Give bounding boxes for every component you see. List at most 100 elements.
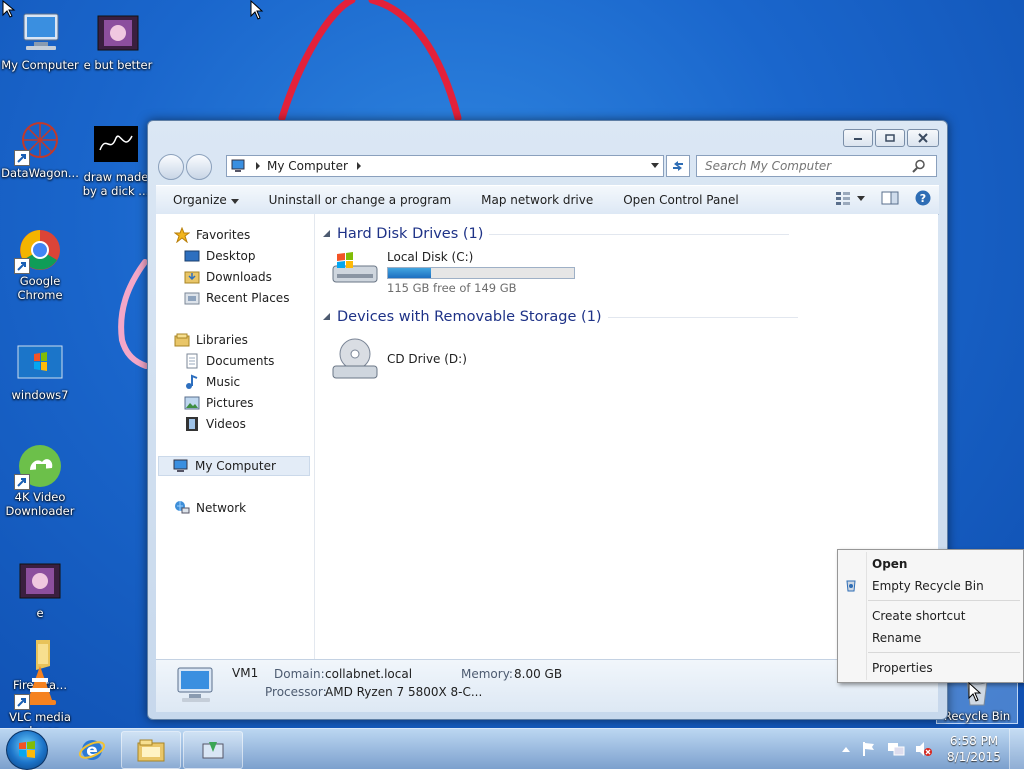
nav-music[interactable]: Music [184,374,240,390]
nav-libraries[interactable]: Libraries [174,332,248,348]
show-hidden-icons-icon[interactable] [841,745,851,753]
navigation-bar: My Computer [156,153,939,180]
refresh-button[interactable] [666,155,690,177]
green-arrow-app-icon [202,742,224,759]
drive-local-disk-c[interactable]: Local Disk (C:) 115 GB free of 149 GB [331,250,575,295]
network-status-icon[interactable] [887,741,905,757]
desktop-icon-draw[interactable]: draw made by a dick ... [76,124,156,198]
caption-buttons [843,129,939,147]
details-pane: VM1 Domain: collabnet.local Memory: 8.00… [156,659,938,712]
command-bar: Organize Uninstall or change a program M… [156,185,939,215]
collapse-arrow-icon[interactable] [323,230,331,238]
organize-button[interactable]: Organize [156,193,254,207]
breadcrumb-arrow-icon[interactable] [356,162,362,170]
processor-value: AMD Ryzen 7 5800X 8-C... [325,685,483,699]
computer-icon [177,667,213,702]
breadcrumb-arrow-icon[interactable] [255,162,261,170]
libraries-icon [174,333,190,347]
desktop-icon-4k-video-downloader[interactable]: 4K Video Downloader [0,444,80,518]
video-file-icon [16,560,64,604]
menu-open[interactable]: Open [872,554,907,574]
computer-icon [173,459,188,472]
downloads-folder-icon [184,271,200,284]
help-icon[interactable]: ? [915,190,931,206]
nav-recent-places[interactable]: Recent Places [184,290,289,306]
close-button[interactable] [907,129,939,147]
search-box[interactable] [696,155,937,177]
nav-videos[interactable]: Videos [184,416,246,432]
refresh-icon [673,161,683,171]
group-header-removable-storage[interactable]: Devices with Removable Storage (1) [323,309,798,325]
desktop-icon-vlc[interactable]: VLC media player [0,664,80,728]
content-area: Favorites Desktop Downloads Recent Place… [156,214,938,659]
computer-name: VM1 [232,666,259,680]
desktop-icon-e[interactable]: e [0,560,80,620]
breadcrumb-my-computer[interactable]: My Computer [267,159,348,173]
preview-pane-icon[interactable] [881,191,899,205]
shortcut-arrow-icon [14,150,30,166]
music-icon [186,374,198,389]
cd-drive-icon [332,338,378,379]
maximize-button[interactable] [875,129,905,147]
menu-rename[interactable]: Rename [872,628,921,648]
video-file-icon [94,12,142,56]
explorer-window: My Computer Organize Uninstall or change… [147,120,948,720]
group-header-hard-disk-drives[interactable]: Hard Disk Drives (1) [323,226,790,242]
desktop-icon-my-computer[interactable]: My Computer [0,12,80,72]
back-button[interactable] [158,154,184,180]
memory-value: 8.00 GB [514,667,563,681]
shortcut-arrow-icon [14,694,30,710]
minimize-button[interactable] [843,129,873,147]
view-controls: ? [835,190,931,206]
datawagon-icon [14,120,64,166]
desktop-icon-windows7[interactable]: windows7 [0,342,80,402]
taskbar-app[interactable] [183,731,243,769]
collapse-arrow-icon[interactable] [323,313,331,321]
nav-network[interactable]: Network [174,500,246,516]
nav-downloads[interactable]: Downloads [184,269,272,285]
start-button[interactable] [6,730,48,770]
desktop-icon-e-but-better[interactable]: e but better [78,12,158,72]
nav-pictures[interactable]: Pictures [184,395,254,411]
nav-my-computer[interactable]: My Computer [158,456,310,476]
map-network-drive-button[interactable]: Map network drive [466,193,608,207]
show-desktop-button[interactable] [1009,729,1024,769]
star-icon [174,227,190,243]
action-center-flag-icon[interactable] [861,741,877,757]
nav-desktop[interactable]: Desktop [184,248,256,264]
desktop-icon-datawagon[interactable]: DataWagon... [0,120,80,180]
forward-button[interactable] [186,154,212,180]
drawing-file-icon [92,124,140,168]
desktop-icon-google-chrome[interactable]: Google Chrome [0,228,80,302]
mouse-cursor-icon [2,0,16,18]
volume-muted-icon[interactable] [915,741,933,757]
uninstall-program-button[interactable]: Uninstall or change a program [254,193,467,207]
shortcut-arrow-icon [14,258,30,274]
menu-properties[interactable]: Properties [872,658,933,678]
recycle-bin-context-menu: Open Empty Recycle Bin Create shortcut R… [837,549,1024,683]
drive-cd-d[interactable]: CD Drive (D:) [331,336,467,382]
svg-text:?: ? [920,192,926,205]
nav-favorites[interactable]: Favorites [174,227,250,243]
pictures-icon [184,396,200,410]
system-clock[interactable]: 6:58 PM 8/1/2015 [939,733,1009,765]
change-view-button[interactable] [835,191,865,205]
taskbar-internet-explorer[interactable]: e [62,731,122,769]
nav-documents[interactable]: Documents [184,353,274,369]
taskbar: e 6:58 PM 8/1/2015 [0,728,1024,770]
chevron-down-icon [857,195,865,201]
chevron-down-icon[interactable] [651,163,659,169]
menu-create-shortcut[interactable]: Create shortcut [872,606,965,626]
address-bar[interactable]: My Computer [226,155,664,177]
mouse-cursor-icon [250,0,264,20]
menu-empty-recycle-bin[interactable]: Empty Recycle Bin [872,576,984,596]
search-input[interactable] [703,158,912,174]
domain-value: collabnet.local [325,667,413,681]
taskbar-windows-explorer[interactable] [121,731,181,769]
view-options-icon [836,192,850,205]
open-control-panel-button[interactable]: Open Control Panel [608,193,753,207]
desktop-icon [184,250,200,262]
computer-icon [231,159,245,172]
search-icon[interactable] [912,159,926,173]
shortcut-arrow-icon [14,474,30,490]
